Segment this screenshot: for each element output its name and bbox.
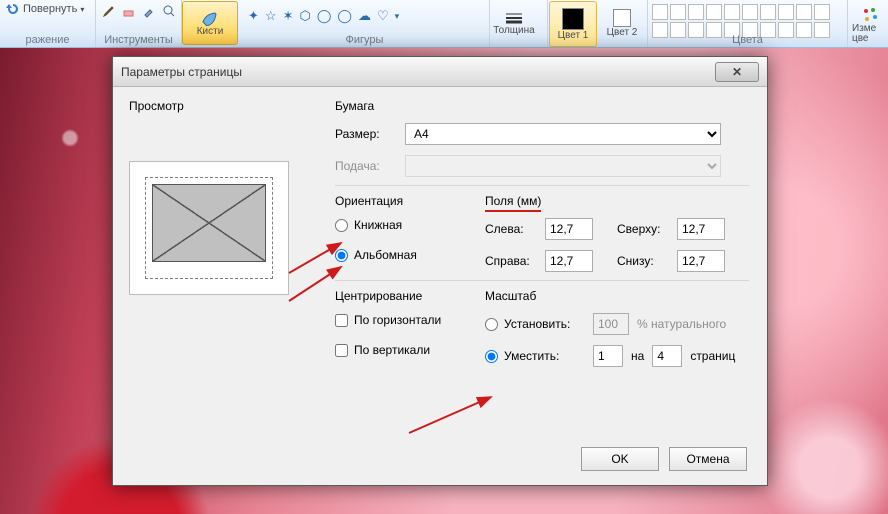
color2-button[interactable]: Цвет 2 bbox=[598, 0, 646, 46]
preview-title: Просмотр bbox=[129, 99, 319, 113]
zoom-tool-icon[interactable] bbox=[162, 4, 176, 18]
fit-tall-input[interactable] bbox=[652, 345, 682, 367]
shape-heart-icon[interactable]: ♡ bbox=[377, 8, 389, 24]
preview-box bbox=[129, 161, 289, 295]
scale-percent-input bbox=[593, 313, 629, 335]
color2-swatch bbox=[613, 9, 631, 27]
shape-speech-icon[interactable]: ◯ bbox=[317, 8, 332, 24]
color-palette[interactable] bbox=[652, 4, 830, 38]
close-icon: ✕ bbox=[732, 65, 742, 79]
close-button[interactable]: ✕ bbox=[715, 62, 759, 82]
margin-top-input[interactable] bbox=[677, 218, 725, 240]
shape-star4-icon[interactable]: ✦ bbox=[248, 8, 259, 24]
centering-title: Центрирование bbox=[335, 289, 485, 303]
edit-colors-button[interactable]: Изме цве bbox=[852, 2, 888, 48]
margin-left-input[interactable] bbox=[545, 218, 593, 240]
ribbon-group-label: Инструменты bbox=[96, 34, 181, 46]
fit-unit: страниц bbox=[690, 349, 735, 363]
shape-hex-icon[interactable]: ⬡ bbox=[299, 8, 310, 24]
margin-right-input[interactable] bbox=[545, 250, 593, 272]
rotate-label: Повернуть bbox=[23, 3, 77, 15]
eraser-tool-icon[interactable] bbox=[122, 4, 136, 18]
dialog-title: Параметры страницы bbox=[121, 65, 242, 79]
paper-size-select[interactable]: A4 bbox=[405, 123, 721, 145]
dialog-titlebar[interactable]: Параметры страницы ✕ bbox=[113, 57, 767, 87]
paper-source-select bbox=[405, 155, 721, 177]
shape-cloud-icon[interactable]: ☁ bbox=[358, 8, 371, 24]
margin-bottom-label: Снизу: bbox=[617, 254, 669, 268]
color1-button[interactable]: Цвет 1 bbox=[549, 1, 597, 47]
margin-left-label: Слева: bbox=[485, 222, 537, 236]
color1-swatch bbox=[562, 8, 584, 30]
page-setup-dialog: Параметры страницы ✕ Просмотр Бумага Раз… bbox=[112, 56, 768, 486]
ribbon-toolbar: Повернуть ▾ ражение Инструменты Кисти ✦ … bbox=[0, 0, 888, 48]
scale-adjust[interactable]: Установить: bbox=[485, 317, 585, 331]
margin-bottom-input[interactable] bbox=[677, 250, 725, 272]
cancel-button[interactable]: Отмена bbox=[669, 447, 747, 471]
ok-button[interactable]: OK bbox=[581, 447, 659, 471]
shape-star5-icon[interactable]: ☆ bbox=[265, 8, 277, 24]
pencil-tool-icon[interactable] bbox=[102, 4, 116, 18]
margins-title: Поля (мм) bbox=[485, 194, 749, 208]
margin-top-label: Сверху: bbox=[617, 222, 669, 236]
fit-sep: на bbox=[631, 349, 644, 363]
picker-tool-icon[interactable] bbox=[142, 4, 156, 18]
center-vert[interactable]: По вертикали bbox=[335, 343, 485, 357]
thickness-button[interactable]: Толщина bbox=[490, 0, 538, 46]
scale-title: Масштаб bbox=[485, 289, 749, 303]
source-label: Подача: bbox=[335, 159, 405, 173]
annotation-arrow-icon bbox=[403, 389, 503, 439]
size-label: Размер: bbox=[335, 127, 405, 141]
rotate-button[interactable]: Повернуть ▾ bbox=[6, 2, 84, 16]
shape-star6-icon[interactable]: ✶ bbox=[283, 8, 294, 24]
scale-fit[interactable]: Уместить: bbox=[485, 349, 585, 363]
ribbon-group-label: Цвета bbox=[648, 34, 847, 46]
preview-page bbox=[152, 184, 266, 262]
thickness-icon bbox=[504, 11, 524, 25]
scale-unit: % натурального bbox=[637, 317, 726, 331]
ribbon-group-label: Фигуры bbox=[240, 34, 489, 46]
palette-icon bbox=[861, 6, 879, 24]
orientation-title: Ориентация bbox=[335, 194, 485, 208]
ribbon-group-label: ражение bbox=[0, 34, 95, 46]
fit-wide-input[interactable] bbox=[593, 345, 623, 367]
shape-speech2-icon[interactable]: ◯ bbox=[337, 8, 352, 24]
orientation-landscape[interactable]: Альбомная bbox=[335, 248, 485, 262]
paper-title: Бумага bbox=[335, 99, 749, 113]
brushes-button[interactable]: Кисти bbox=[183, 2, 237, 44]
margin-right-label: Справа: bbox=[485, 254, 537, 268]
brush-icon bbox=[200, 10, 220, 26]
orientation-portrait[interactable]: Книжная bbox=[335, 218, 485, 232]
center-horiz[interactable]: По горизонтали bbox=[335, 313, 485, 327]
